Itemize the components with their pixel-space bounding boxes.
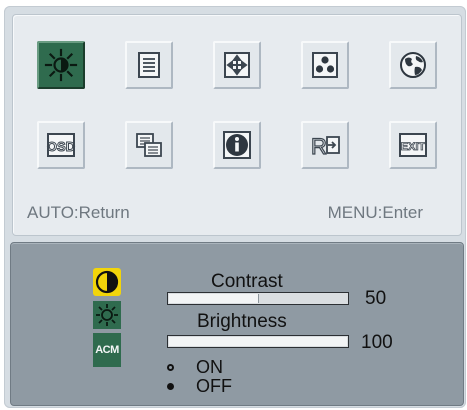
osd-icon-text: OSD <box>47 139 75 154</box>
acm-icon: ACM <box>95 344 119 356</box>
exit-icon-text: EXIT <box>401 141 426 153</box>
image-position-icon <box>220 48 254 82</box>
acm-off-radio[interactable] <box>167 382 174 390</box>
acm-on-radio[interactable] <box>167 363 174 371</box>
contrast-slider-fill <box>169 294 259 303</box>
acm-off-label: OFF <box>196 376 232 396</box>
exit-button[interactable]: EXIT <box>389 121 437 169</box>
exit-icon: EXIT <box>396 128 430 162</box>
auto-return-hint: AUTO:Return <box>27 203 130 222</box>
contrast-label: Contrast <box>211 271 283 292</box>
color-temperature-icon <box>308 48 342 82</box>
image-setup-button[interactable] <box>125 41 173 89</box>
pc-setup-icon <box>132 128 166 162</box>
brightness-icon <box>94 302 120 328</box>
acm-on-label: ON <box>196 357 223 377</box>
brightness-value: 100 <box>361 332 393 353</box>
reset-icon-text: R <box>311 134 327 159</box>
main-menu-panel: OSD R EXIT AUTO:Return MENU:Enter <box>12 14 462 236</box>
osd-icon: OSD <box>44 128 78 162</box>
brightness-slider-fill <box>169 337 347 346</box>
osd-setup-button[interactable]: OSD <box>37 121 85 169</box>
information-icon <box>220 128 254 162</box>
osd-menu: OSD R EXIT AUTO:Return MENU:Enter ACM Co… <box>4 6 466 408</box>
contrast-icon <box>94 269 120 295</box>
acm-item[interactable]: ACM <box>93 333 121 367</box>
brightness-item[interactable] <box>93 301 121 329</box>
contrast-value: 50 <box>365 288 387 309</box>
color-temperature-button[interactable] <box>301 41 349 89</box>
luminance-button[interactable] <box>37 41 85 89</box>
image-setup-icon <box>132 48 166 82</box>
luminance-submenu: ACM Contrast 50 Brightness 100 ON OFF <box>10 242 464 406</box>
pc-setup-button[interactable] <box>125 121 173 169</box>
contrast-item[interactable] <box>93 268 121 296</box>
brightness-slider[interactable] <box>167 335 349 348</box>
information-button[interactable] <box>213 121 261 169</box>
reset-icon: R <box>308 128 342 162</box>
brightness-label: Brightness <box>197 311 287 332</box>
reset-button[interactable]: R <box>301 121 349 169</box>
image-position-button[interactable] <box>213 41 261 89</box>
contrast-slider[interactable] <box>167 292 349 305</box>
acm-option-on[interactable]: ON <box>167 358 223 376</box>
language-button[interactable] <box>389 41 437 89</box>
menu-enter-hint: MENU:Enter <box>327 203 423 222</box>
acm-option-off[interactable]: OFF <box>167 377 232 395</box>
language-icon <box>396 48 430 82</box>
luminance-icon <box>44 48 78 82</box>
